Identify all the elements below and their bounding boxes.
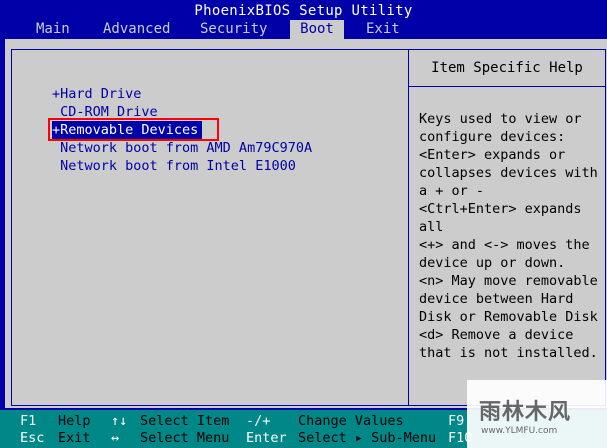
menu-tab-exit[interactable]: Exit (366, 20, 400, 39)
help-line: collapses devices with (419, 165, 598, 181)
help-line: <d> Remove a device (419, 327, 574, 343)
watermark-url: www.YLMFU.com (481, 426, 558, 436)
main-area: +Hard Drive CD-ROM Drive +Removable Devi… (5, 39, 607, 408)
menu-tab-boot[interactable]: Boot (290, 20, 344, 39)
boot-item-network-amd[interactable]: Network boot from AMD Am79C970A (52, 139, 312, 157)
help-line: <Ctrl+Enter> expands (419, 201, 582, 217)
help-panel: Item Specific Help Keys used to view or … (408, 49, 606, 406)
help-line: configure devices: (419, 129, 566, 145)
watermark-text: 雨林木风 (479, 400, 572, 425)
footer-key-esc: Esc (20, 430, 45, 446)
menu-tab-security[interactable]: Security (200, 20, 267, 39)
help-line: <n> May move removable (419, 273, 598, 289)
help-line: that is not installed. (419, 345, 598, 361)
footer-key-up-down-arrows-icon: ↑↓ (111, 413, 128, 429)
help-line: device between Hard (419, 291, 574, 307)
boot-item-network-intel[interactable]: Network boot from Intel E1000 (52, 157, 296, 175)
help-line: <Enter> expands or (419, 147, 566, 163)
help-line: a + or - (419, 183, 485, 199)
footer-key-enter: Enter (246, 430, 287, 446)
menu-bar: Main Advanced Security Boot Exit (0, 20, 607, 39)
boot-order-panel: +Hard Drive CD-ROM Drive +Removable Devi… (11, 49, 409, 406)
footer-key-f9: F9 (448, 413, 465, 429)
help-line: device up or down. (419, 255, 566, 271)
help-line: all (419, 219, 444, 235)
selection-highlight-box (48, 118, 219, 141)
boot-item-hard-drive[interactable]: +Hard Drive (52, 85, 141, 103)
help-line: <+> and <-> moves the (419, 237, 590, 253)
help-line: Keys used to view or (419, 111, 582, 127)
footer-desc-change-values: Change Values (298, 413, 404, 429)
site-watermark-logo: 雨林木风 www.YLMFU.com (467, 380, 607, 448)
footer-key-minus-plus: -/+ (246, 413, 271, 429)
footer-key-left-right-arrows-icon: ↔ (111, 430, 120, 446)
menu-tab-advanced[interactable]: Advanced (103, 20, 170, 39)
footer-desc-select-menu: Select Menu (140, 430, 230, 446)
help-title: Item Specific Help (409, 50, 605, 87)
menu-tab-main[interactable]: Main (36, 20, 70, 39)
help-line: Disk or Removable Disk (419, 309, 598, 325)
footer-desc-select-item: Select Item (140, 413, 230, 429)
footer-desc-select-submenu: Select ▸ Sub-Menu (298, 430, 437, 446)
footer-key-f1: F1 (20, 413, 37, 429)
footer-desc-help: Help (58, 413, 91, 429)
bios-title: PhoenixBIOS Setup Utility (0, 0, 607, 20)
footer-desc-exit: Exit (58, 430, 91, 446)
